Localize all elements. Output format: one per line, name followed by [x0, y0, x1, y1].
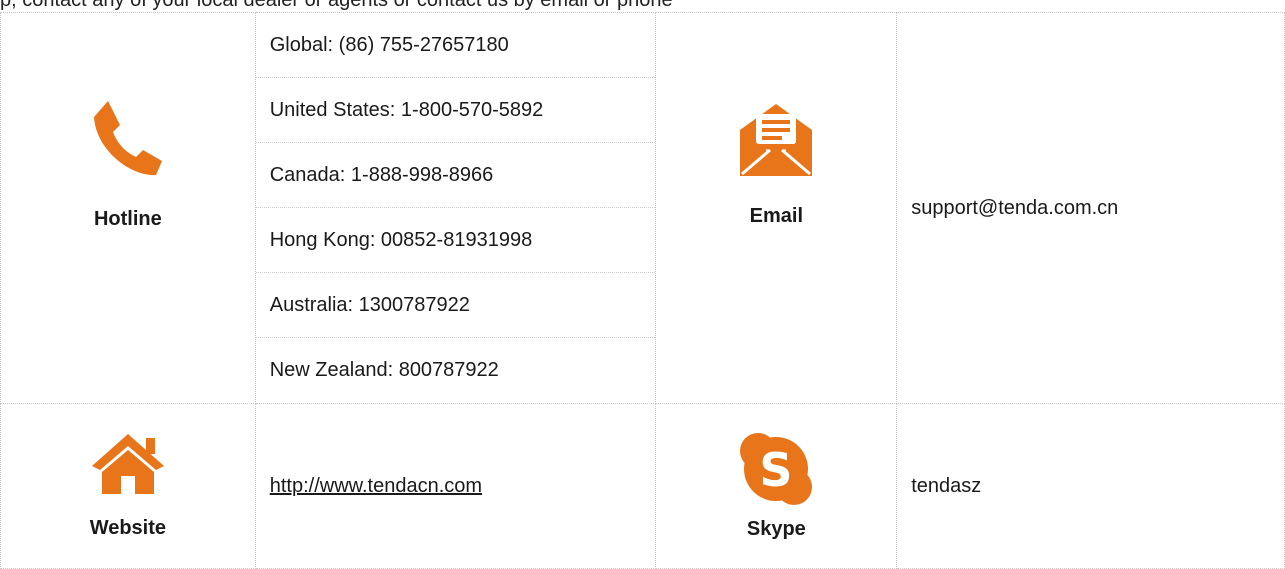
phone-icon [1, 97, 255, 181]
email-address[interactable]: support@tenda.com.cn [911, 197, 1118, 219]
website-label: Website [89, 517, 167, 539]
website-link[interactable]: http://www.tendacn.com [270, 475, 482, 497]
hotline-label: Hotline [93, 208, 162, 230]
svg-text:S: S [760, 443, 793, 497]
hotline-cell: Hotline [0, 12, 256, 404]
skype-icon: S [656, 431, 896, 507]
contact-row-hotline-email: Hotline Global: (86) 755-27657180 United… [0, 12, 1285, 404]
home-icon [1, 432, 255, 496]
phone-line-global: Global: (86) 755-27657180 [255, 13, 656, 78]
phone-line-australia: Australia: 1300787922 [255, 273, 656, 338]
skype-cell: S Skype [655, 403, 898, 569]
email-cell: Email [655, 12, 898, 404]
skype-label: Skype [746, 518, 806, 540]
website-cell: Website [0, 403, 256, 569]
email-label: Email [749, 205, 804, 227]
phone-line-us: United States: 1-800-570-5892 [255, 78, 656, 143]
email-address-cell: support@tenda.com.cn [896, 12, 1285, 404]
website-url-cell: http://www.tendacn.com [254, 403, 657, 569]
phone-line-newzealand: New Zealand: 800787922 [269, 359, 499, 381]
envelope-icon [656, 100, 896, 180]
hotline-numbers-cell: Global: (86) 755-27657180 United States:… [254, 12, 657, 404]
phone-line-hongkong: Hong Kong: 00852-81931998 [255, 208, 656, 273]
skype-id[interactable]: tendasz [911, 475, 981, 497]
skype-id-cell: tendasz [896, 403, 1285, 569]
contact-row-website-skype: Website http://www.tendacn.com S Skype t… [0, 403, 1285, 569]
intro-text: p, contact any of your local dealer or a… [0, 0, 673, 11]
phone-line-canada: Canada: 1-888-998-8966 [255, 143, 656, 208]
contact-table: Hotline Global: (86) 755-27657180 United… [0, 12, 1285, 569]
